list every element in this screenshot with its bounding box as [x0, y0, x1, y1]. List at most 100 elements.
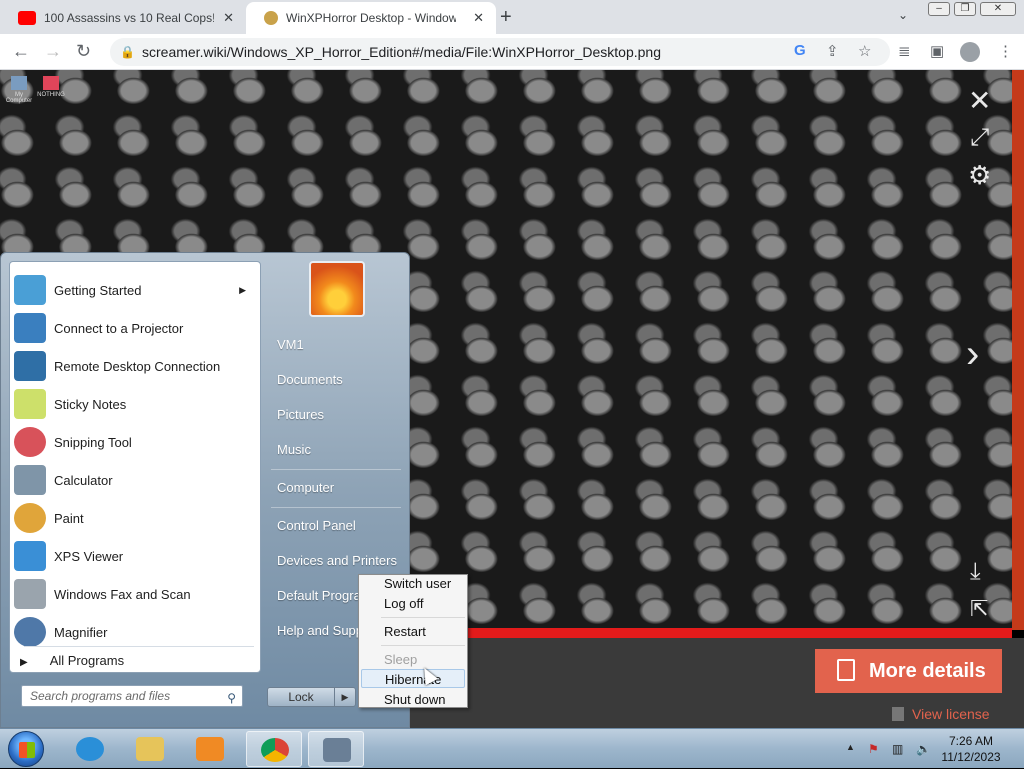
reading-list-icon[interactable]: ≣: [898, 42, 911, 60]
start-link-documents[interactable]: Documents: [277, 372, 343, 387]
menu-kebab-icon[interactable]: ⋮: [998, 42, 1013, 60]
program-xps-viewer[interactable]: XPS Viewer: [14, 538, 258, 574]
open-external-icon[interactable]: ⇱: [970, 596, 988, 622]
program-magnifier[interactable]: Magnifier: [14, 614, 258, 650]
new-tab-button[interactable]: +: [500, 6, 512, 29]
computer-icon: [11, 76, 27, 90]
next-image-chevron-icon[interactable]: ›: [966, 332, 979, 377]
menu-item-switch-user[interactable]: Switch user: [361, 574, 465, 593]
program-sticky-notes[interactable]: Sticky Notes: [14, 386, 258, 422]
browser-tab-strip: 100 Assassins vs 10 Real Cops! - ✕ WinXP…: [0, 0, 1024, 34]
back-icon[interactable]: ←: [12, 41, 30, 62]
show-hidden-icons-icon[interactable]: ▲: [846, 742, 855, 752]
program-connect-projector[interactable]: Connect to a Projector: [14, 310, 258, 346]
google-lens-icon[interactable]: G: [794, 42, 806, 59]
view-license-label: View license: [912, 706, 990, 722]
program-label: Magnifier: [54, 624, 108, 640]
tab-youtube[interactable]: 100 Assassins vs 10 Real Cops! - ✕: [0, 2, 246, 34]
more-details-button[interactable]: More details: [815, 649, 1002, 693]
getting-started-icon: [14, 275, 46, 305]
lock-icon[interactable]: 🔒: [120, 38, 135, 66]
start-link-computer[interactable]: Computer: [277, 480, 334, 495]
program-fax-scan[interactable]: Windows Fax and Scan: [14, 576, 258, 612]
tab-winxphorror[interactable]: WinXPHorror Desktop - Window ✕: [246, 2, 496, 34]
taskbar-file-explorer[interactable]: [122, 731, 178, 767]
side-panel-icon[interactable]: ▣: [930, 42, 944, 60]
power-options-arrow-button[interactable]: ▶: [334, 687, 356, 707]
search-icon[interactable]: ⚲: [227, 688, 236, 708]
file-explorer-icon: [136, 737, 164, 761]
taskbar-clock[interactable]: 7:26 AM 11/12/2023: [934, 733, 1008, 765]
forward-icon[interactable]: →: [44, 41, 62, 62]
program-label: Snipping Tool: [54, 434, 132, 450]
start-menu: Getting Started ▶ Connect to a Projector…: [0, 252, 410, 728]
restore-button[interactable]: ❐: [954, 2, 976, 16]
more-details-label: More details: [869, 660, 986, 682]
program-label: XPS Viewer: [54, 548, 124, 564]
reload-icon[interactable]: ↻: [76, 41, 91, 62]
taskbar: ▲ ⚑ ▥ 🔈 7:26 AM 11/12/2023: [0, 728, 1024, 768]
program-label: Calculator: [54, 472, 113, 488]
taskbar-internet-explorer[interactable]: [62, 731, 118, 767]
desktop-icon-label: NOTHING: [37, 92, 65, 98]
license-icon: [892, 707, 904, 721]
menu-item-hibernate[interactable]: Hibernate: [361, 669, 465, 688]
power-options-menu: Switch user Log off Restart Sleep Hibern…: [358, 574, 468, 708]
menu-item-log-off[interactable]: Log off: [361, 594, 465, 613]
action-center-flag-icon[interactable]: ⚑: [868, 742, 879, 756]
wiki-icon: [264, 11, 278, 25]
close-window-button[interactable]: ✕: [980, 2, 1016, 16]
download-icon[interactable]: ⤓: [970, 558, 981, 586]
file-icon: [43, 76, 59, 90]
menu-item-restart[interactable]: Restart: [361, 622, 465, 641]
start-link-control-panel[interactable]: Control Panel: [277, 518, 356, 533]
all-programs-button[interactable]: ▶ All Programs: [20, 653, 124, 668]
address-bar[interactable]: 🔒 screamer.wiki/Windows_XP_Horror_Editio…: [110, 38, 890, 66]
desktop-icon-my-computer[interactable]: My Computer: [4, 76, 34, 104]
close-lightbox-icon[interactable]: ✕: [968, 84, 991, 117]
desktop-icon-nothing[interactable]: NOTHING: [36, 76, 66, 98]
start-link-user-vm1[interactable]: VM1: [277, 337, 304, 352]
start-search-input[interactable]: Search programs and files ⚲: [21, 685, 243, 707]
taskbar-media-player[interactable]: [182, 731, 238, 767]
profile-avatar-icon[interactable]: [960, 42, 980, 62]
expand-arrow-icon: ▶: [20, 657, 28, 668]
calculator-icon: [14, 465, 46, 495]
program-snipping-tool[interactable]: Snipping Tool: [14, 424, 258, 460]
network-icon[interactable]: ▥: [892, 742, 903, 756]
projector-icon: [14, 313, 46, 343]
desktop-icon-label: My Computer: [5, 92, 33, 104]
program-getting-started[interactable]: Getting Started ▶: [14, 272, 258, 308]
program-remote-desktop[interactable]: Remote Desktop Connection: [14, 348, 258, 384]
browser-toolbar: ← → ↻ 🔒 screamer.wiki/Windows_XP_Horror_…: [0, 34, 1024, 70]
bookmark-star-icon[interactable]: ☆: [858, 42, 871, 60]
settings-gear-icon[interactable]: ⚙: [968, 160, 991, 191]
tab-search-chevron-icon[interactable]: ⌄: [898, 8, 908, 22]
share-icon[interactable]: ⇪: [826, 42, 839, 60]
lock-button[interactable]: Lock: [267, 687, 335, 707]
fullscreen-icon[interactable]: ⤢: [970, 124, 989, 152]
view-license-link[interactable]: View license: [892, 706, 990, 722]
taskbar-keyboard-app[interactable]: [308, 731, 364, 767]
menu-item-shut-down[interactable]: Shut down: [361, 690, 465, 709]
chrome-icon: [261, 738, 289, 762]
keyboard-app-icon: [323, 738, 351, 762]
url-text: screamer.wiki/Windows_XP_Horror_Edition#…: [142, 44, 661, 60]
close-tab-icon[interactable]: ✕: [223, 10, 234, 26]
start-button[interactable]: [8, 731, 44, 767]
tab-title: WinXPHorror Desktop - Window: [286, 11, 456, 25]
start-link-music[interactable]: Music: [277, 442, 311, 457]
start-link-pictures[interactable]: Pictures: [277, 407, 324, 422]
user-avatar[interactable]: [309, 261, 365, 317]
tab-title: 100 Assassins vs 10 Real Cops! -: [44, 11, 214, 25]
close-tab-icon[interactable]: ✕: [473, 10, 484, 26]
start-link-devices-printers[interactable]: Devices and Printers: [277, 553, 397, 568]
program-calculator[interactable]: Calculator: [14, 462, 258, 498]
taskbar-chrome[interactable]: [246, 731, 302, 767]
start-links-divider: [271, 507, 401, 508]
menu-item-sleep[interactable]: Sleep: [361, 650, 465, 669]
volume-muted-icon[interactable]: 🔈: [916, 742, 931, 756]
snipping-tool-icon: [14, 427, 46, 457]
program-paint[interactable]: Paint: [14, 500, 258, 536]
minimize-button[interactable]: –: [928, 2, 950, 16]
